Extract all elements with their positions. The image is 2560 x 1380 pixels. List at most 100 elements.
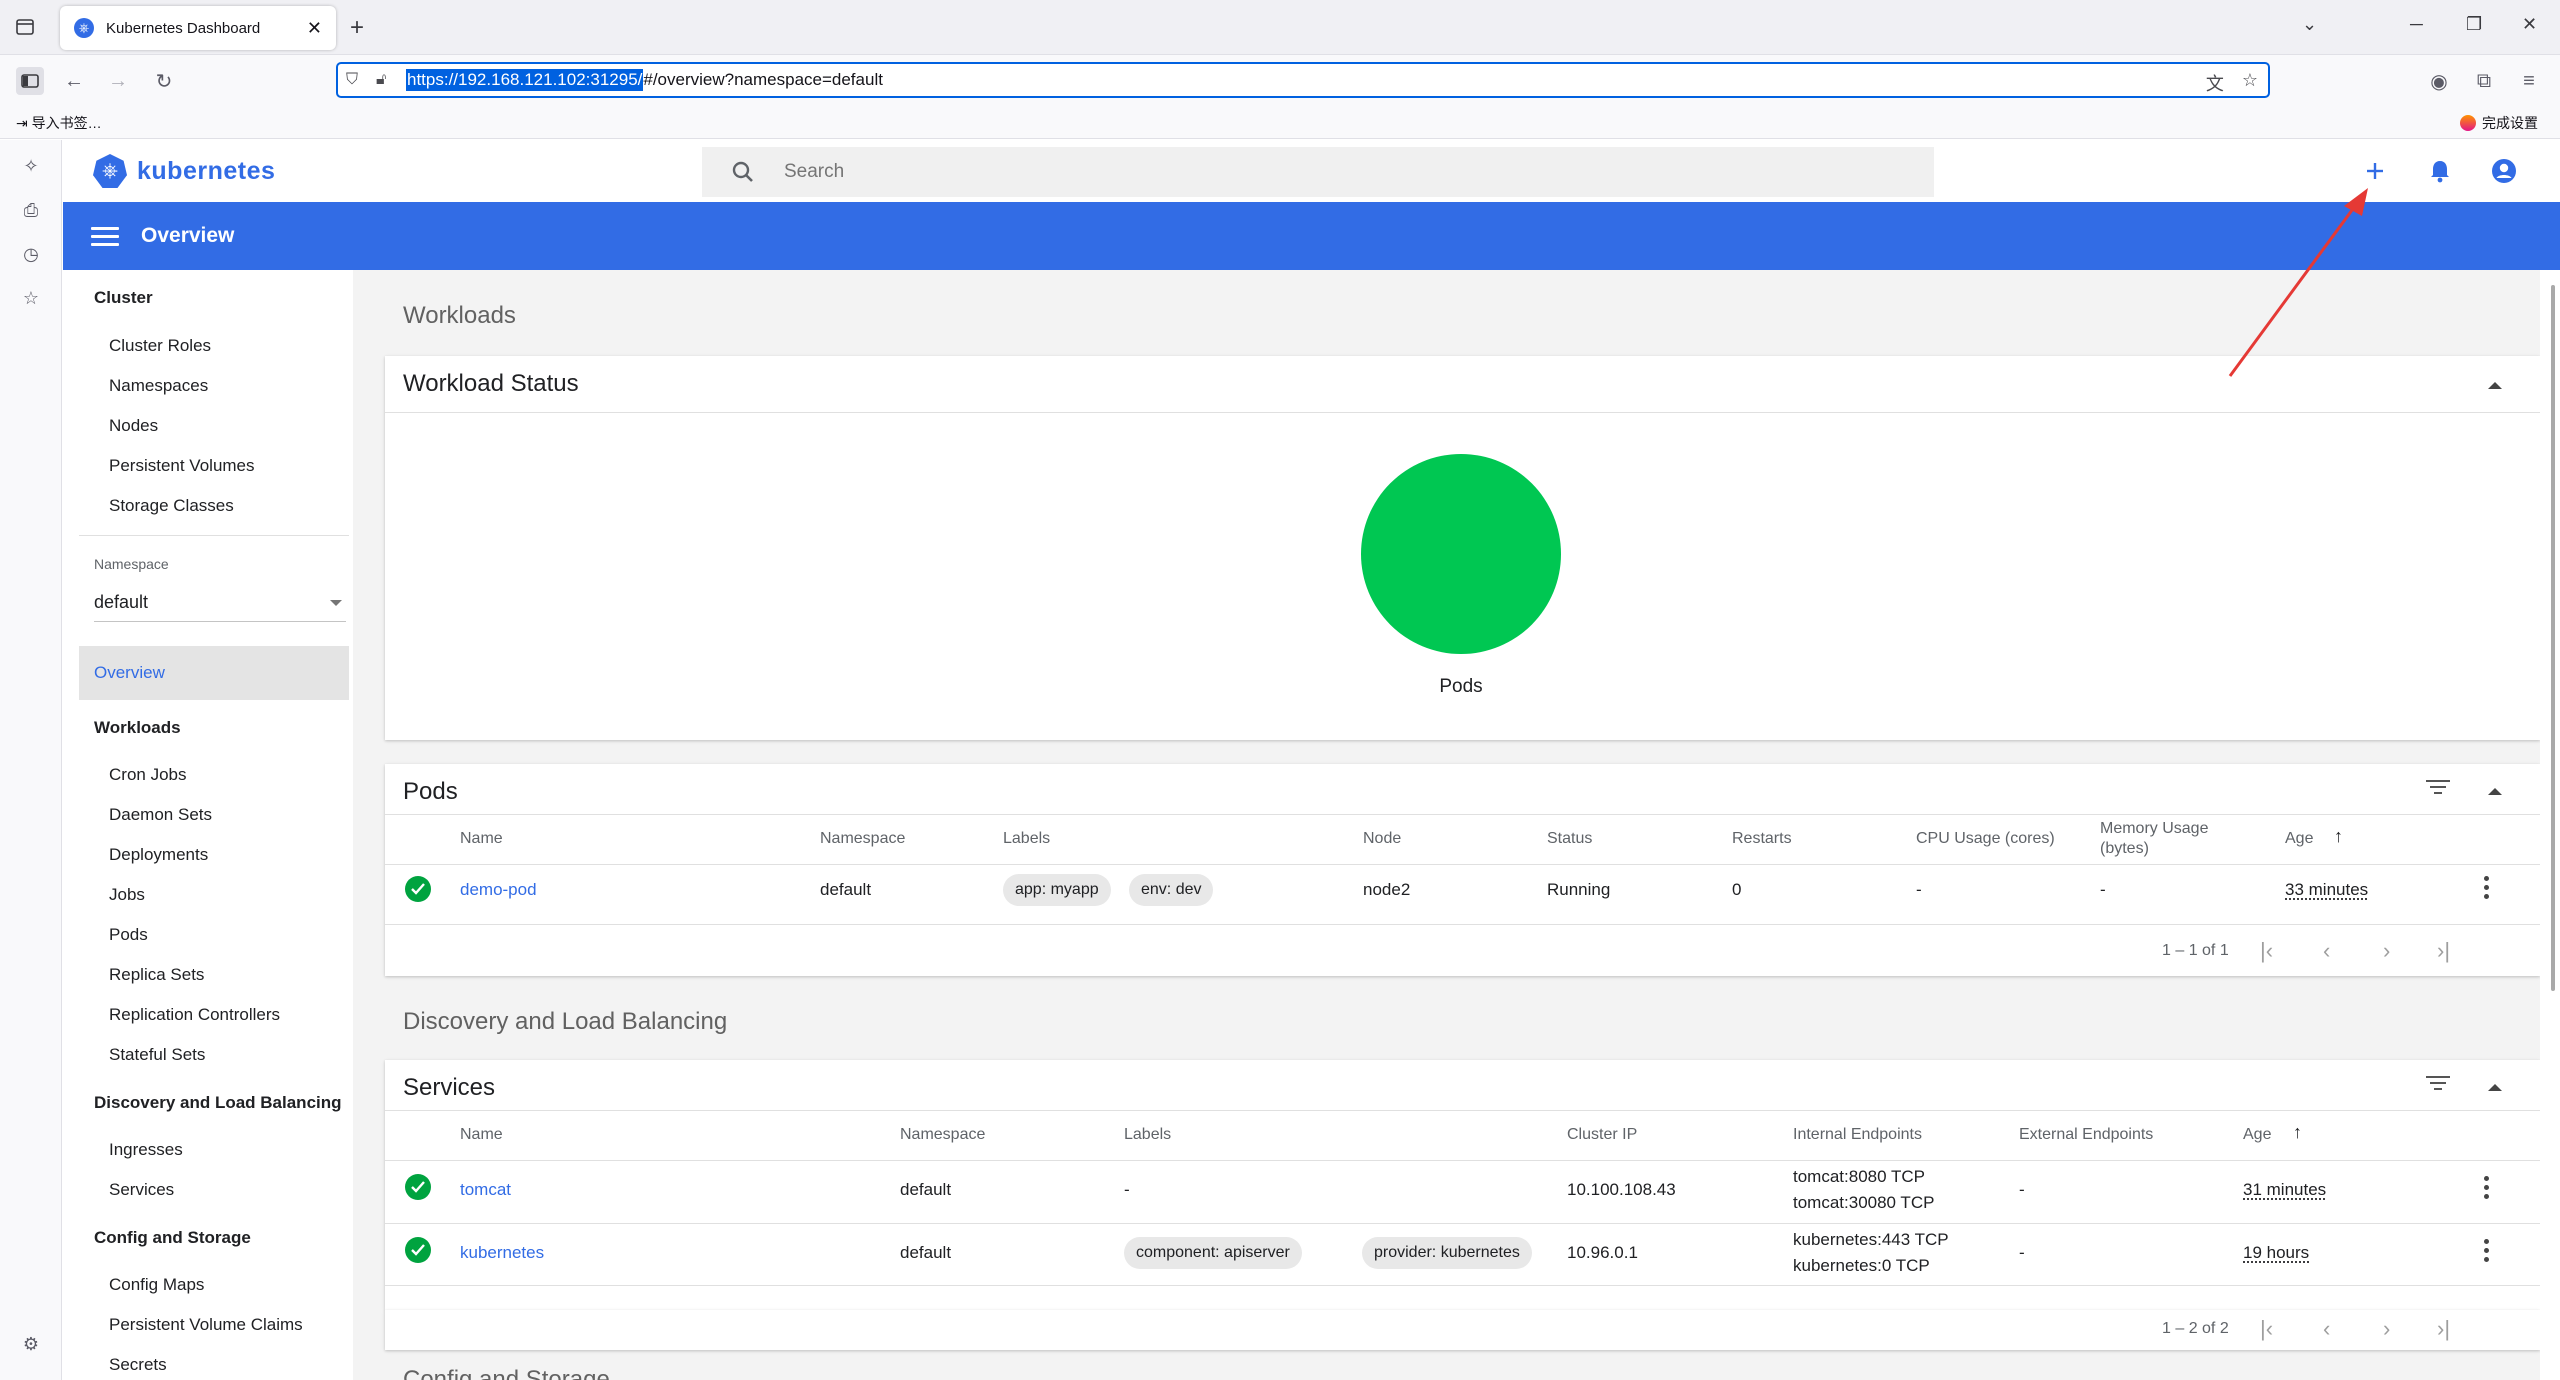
nav-section-discovery[interactable]: Discovery and Load Balancing <box>94 1093 342 1113</box>
import-bookmarks-link[interactable]: ⇥ 导入书签… <box>16 113 102 133</box>
account-icon[interactable]: ◉ <box>2425 67 2453 95</box>
nav-item-daemon-sets[interactable]: Daemon Sets <box>109 805 212 825</box>
nav-item-jobs[interactable]: Jobs <box>109 885 145 905</box>
nav-item-overview[interactable]: Overview <box>79 646 349 700</box>
pod-node: node2 <box>1363 880 1411 899</box>
previous-page-icon[interactable]: ‹ <box>2323 938 2330 964</box>
shield-icon[interactable]: ⛉ <box>346 71 368 89</box>
pod-memory: - <box>2100 880 2106 899</box>
nav-section-workloads[interactable]: Workloads <box>94 718 181 738</box>
nav-item-services[interactable]: Services <box>109 1180 174 1200</box>
first-page-icon[interactable]: |‹ <box>2260 1316 2273 1342</box>
nav-item-namespaces[interactable]: Namespaces <box>109 376 208 396</box>
extensions-icon[interactable]: ⧉ <box>2470 67 2498 95</box>
bookmarks-icon[interactable]: ☆ <box>19 286 43 310</box>
service-name-link[interactable]: kubernetes <box>460 1243 544 1263</box>
col-age[interactable]: Age <box>2243 1126 2271 1144</box>
nav-item-replication-controllers[interactable]: Replication Controllers <box>109 1005 280 1025</box>
filter-icon[interactable] <box>2426 1076 2450 1094</box>
col-name[interactable]: Name <box>460 1126 503 1144</box>
pod-name-link[interactable]: demo-pod <box>460 880 537 900</box>
nav-item-deployments[interactable]: Deployments <box>109 845 208 865</box>
row-actions-kebab-icon[interactable] <box>2484 876 2490 899</box>
sort-ascending-icon[interactable]: ↑ <box>2293 1122 2302 1143</box>
card-divider <box>385 1110 2540 1111</box>
finish-setup-link[interactable]: 完成设置 <box>2460 113 2538 133</box>
settings-gear-icon[interactable]: ⚙ <box>19 1332 43 1356</box>
config-storage-heading-partial: Config and Storage <box>403 1366 610 1380</box>
tab-overflow-chevron-icon[interactable]: ⌄ <box>2302 14 2317 35</box>
nav-item-nodes[interactable]: Nodes <box>109 416 158 436</box>
search-bar[interactable] <box>702 147 1934 197</box>
sort-ascending-icon[interactable]: ↑ <box>2334 826 2343 847</box>
user-account-icon[interactable] <box>2488 155 2520 187</box>
nav-item-secrets[interactable]: Secrets <box>109 1355 167 1375</box>
header-divider <box>385 864 2540 865</box>
nav-section-config[interactable]: Config and Storage <box>94 1228 251 1248</box>
close-window-icon[interactable]: ✕ <box>2522 14 2537 35</box>
history-icon[interactable]: ◷ <box>19 242 43 266</box>
collapse-icon[interactable] <box>2488 382 2502 389</box>
next-page-icon[interactable]: › <box>2383 1316 2390 1342</box>
nav-item-stateful-sets[interactable]: Stateful Sets <box>109 1045 205 1065</box>
nav-item-persistent-volumes[interactable]: Persistent Volumes <box>109 456 255 476</box>
col-labels: Labels <box>1124 1126 1172 1143</box>
collapse-icon[interactable] <box>2488 788 2502 795</box>
col-cluster-ip: Cluster IP <box>1567 1126 1638 1143</box>
services-pagination: 1 – 2 of 2 |‹ ‹ › ›| <box>385 1310 2540 1350</box>
forward-icon[interactable]: → <box>104 67 132 95</box>
filter-icon[interactable] <box>2426 780 2450 798</box>
next-page-icon[interactable]: › <box>2383 938 2390 964</box>
last-page-icon[interactable]: ›| <box>2437 1316 2450 1342</box>
row-actions-kebab-icon[interactable] <box>2484 1239 2490 1262</box>
sidebar-toggle-icon[interactable] <box>16 67 44 95</box>
service-age: 31 minutes <box>2243 1180 2327 1199</box>
k8s-logo[interactable]: ⎈ kubernetes <box>93 154 275 188</box>
url-bar[interactable]: ⛉ 🔓︎ https://192.168.121.102:31295/ #/ov… <box>336 62 2270 98</box>
pods-card-title: Pods <box>403 778 458 805</box>
previous-page-icon[interactable]: ‹ <box>2323 1316 2330 1342</box>
col-name[interactable]: Name <box>460 830 503 848</box>
search-input[interactable] <box>784 161 1784 183</box>
notifications-bell-icon[interactable] <box>2424 155 2456 187</box>
card-divider <box>385 412 2540 413</box>
nav-item-storage-classes[interactable]: Storage Classes <box>109 496 234 516</box>
col-external-endpoints: External Endpoints <box>2019 1126 2154 1143</box>
minimize-window-icon[interactable]: ─ <box>2410 14 2423 35</box>
row-actions-kebab-icon[interactable] <box>2484 1176 2490 1199</box>
lock-warning-icon[interactable]: 🔓︎ <box>376 71 398 89</box>
collapse-icon[interactable] <box>2488 1084 2502 1091</box>
new-tab-icon[interactable]: + <box>350 14 364 42</box>
nav-item-cluster-roles[interactable]: Cluster Roles <box>109 336 211 356</box>
synced-tabs-icon[interactable]: ⎙ <box>19 198 43 222</box>
first-page-icon[interactable]: |‹ <box>2260 938 2273 964</box>
hamburger-menu-icon[interactable] <box>91 226 119 246</box>
ai-chat-icon[interactable]: ✧ <box>19 154 43 178</box>
nav-section-cluster[interactable]: Cluster <box>94 288 153 308</box>
tab-list-icon[interactable] <box>12 14 38 40</box>
nav-item-pvc[interactable]: Persistent Volume Claims <box>109 1315 303 1335</box>
reload-icon[interactable]: ↻ <box>150 67 178 95</box>
namespace-select[interactable]: default <box>94 592 346 622</box>
nav-item-cron-jobs[interactable]: Cron Jobs <box>109 765 186 785</box>
pods-chart-label: Pods <box>1439 676 1483 697</box>
bookmark-star-icon[interactable]: ☆ <box>2242 70 2258 96</box>
service-name-link[interactable]: tomcat <box>460 1180 511 1200</box>
browser-tab-active[interactable]: ⎈ Kubernetes Dashboard ✕ <box>60 6 336 50</box>
close-tab-icon[interactable]: ✕ <box>307 18 322 39</box>
page-scrollbar[interactable] <box>2551 285 2555 991</box>
nav-item-pods[interactable]: Pods <box>109 925 148 945</box>
last-page-icon[interactable]: ›| <box>2437 938 2450 964</box>
nav-item-replica-sets[interactable]: Replica Sets <box>109 965 204 985</box>
col-restarts: Restarts <box>1732 830 1792 847</box>
nav-item-ingresses[interactable]: Ingresses <box>109 1140 183 1160</box>
label-chip: provider: kubernetes <box>1362 1237 1532 1269</box>
nav-item-config-maps[interactable]: Config Maps <box>109 1275 204 1295</box>
restore-window-icon[interactable]: ❐ <box>2466 14 2482 35</box>
col-age[interactable]: Age <box>2285 830 2313 848</box>
app-menu-icon[interactable]: ≡ <box>2515 67 2543 95</box>
translate-icon[interactable]: 文 <box>2206 70 2224 96</box>
import-bookmarks-label: 导入书签… <box>31 115 102 131</box>
back-icon[interactable]: ← <box>60 67 88 95</box>
services-card-title: Services <box>403 1074 496 1101</box>
